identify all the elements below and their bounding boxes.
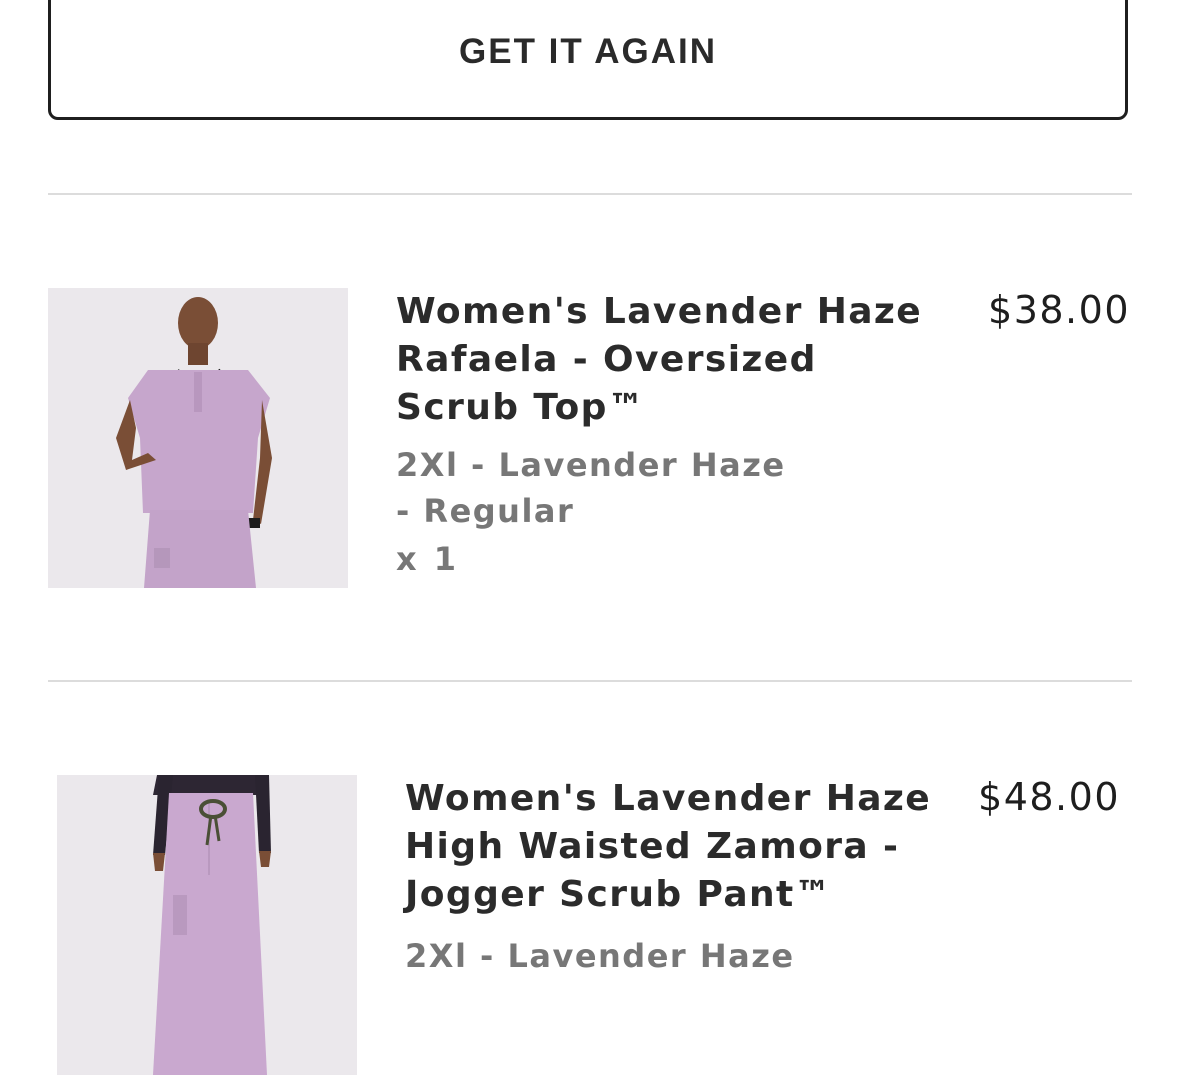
product-image-scrub-top[interactable] [48, 288, 348, 588]
item-quantity: x 1 [396, 540, 460, 578]
item-variant: 2Xl - Lavender Haze - Regular [396, 446, 786, 530]
item-price: $38.00 [988, 288, 1130, 332]
item-info: Women's Lavender Haze Rafaela - Oversize… [396, 288, 936, 578]
divider [48, 680, 1132, 682]
product-image-jogger-pant[interactable] [57, 775, 357, 1075]
item-price: $48.00 [978, 775, 1120, 819]
divider [48, 193, 1132, 195]
get-it-again-button[interactable]: GET IT AGAIN [48, 0, 1128, 120]
item-variant: 2Xl - Lavender Haze [405, 937, 795, 975]
item-title[interactable]: Women's Lavender Haze High Waisted Zamor… [405, 775, 945, 919]
scrub-top-photo [48, 288, 348, 588]
jogger-pant-photo [57, 775, 357, 1075]
item-info: Women's Lavender Haze High Waisted Zamor… [405, 775, 945, 979]
get-it-again-label: GET IT AGAIN [459, 32, 717, 71]
item-title[interactable]: Women's Lavender Haze Rafaela - Oversize… [396, 288, 936, 432]
